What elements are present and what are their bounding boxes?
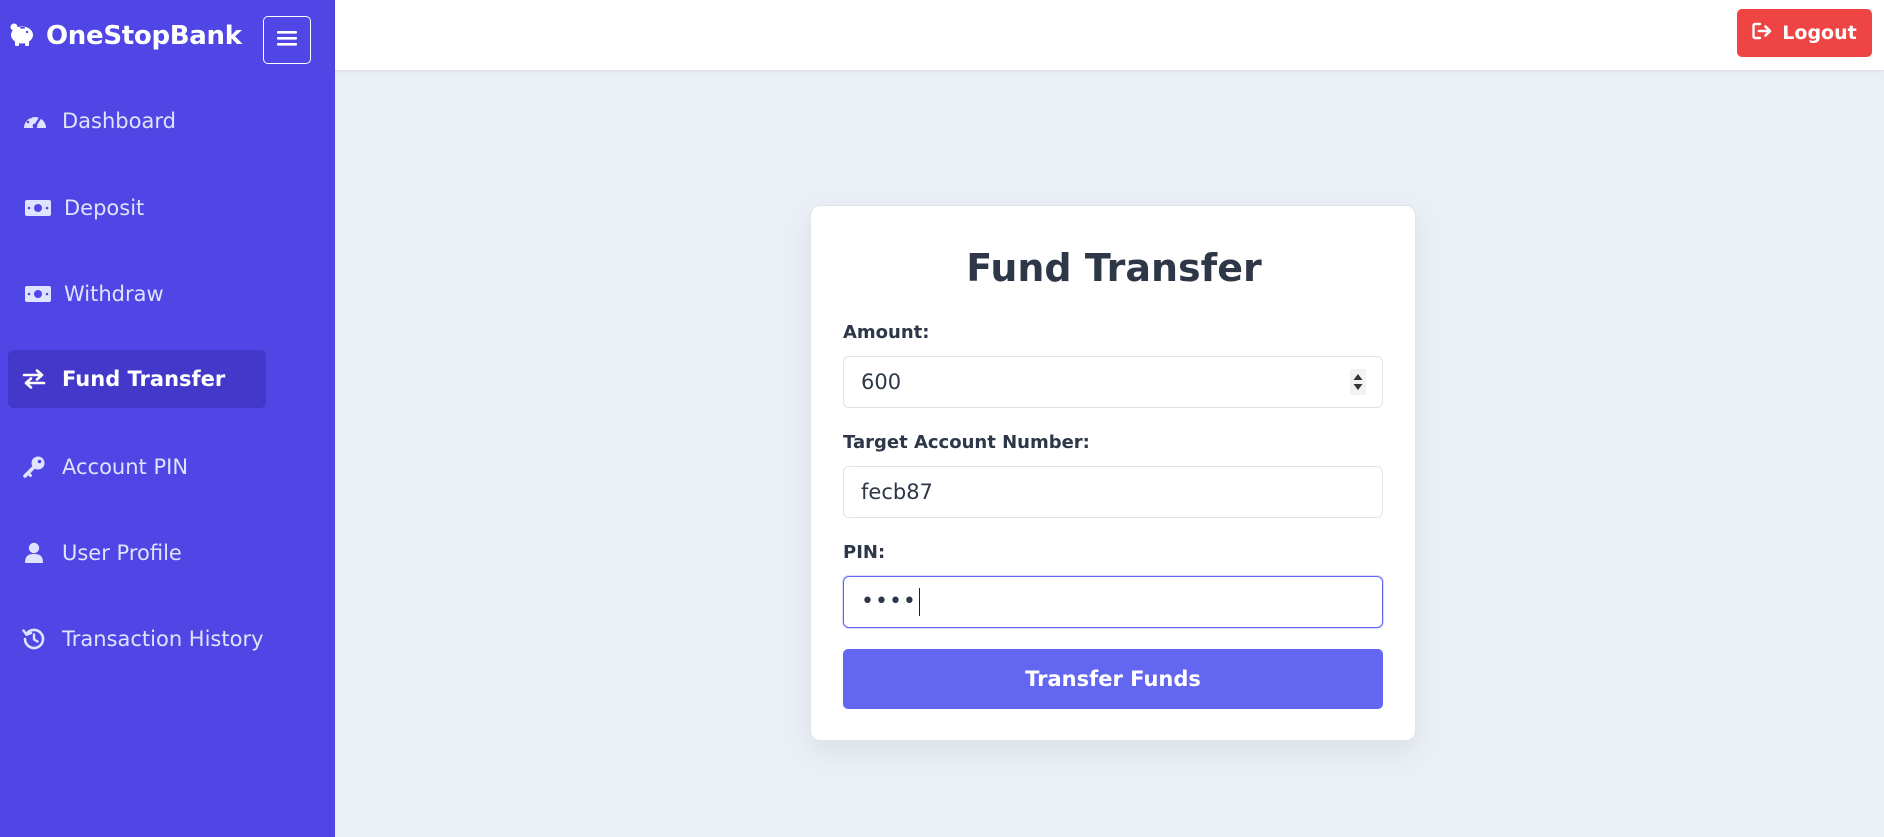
- sidebar-item-transaction-history[interactable]: Transaction History: [8, 610, 266, 668]
- key-icon: [22, 455, 62, 479]
- sidebar-item-label: Deposit: [64, 196, 145, 220]
- piggy-bank-icon: [8, 21, 36, 51]
- top-bar: [335, 0, 1884, 70]
- sidebar-item-withdraw[interactable]: Withdraw: [8, 265, 266, 323]
- transfer-funds-button[interactable]: Transfer Funds: [843, 649, 1383, 709]
- logout-label: Logout: [1782, 22, 1857, 44]
- money-bill-icon: [24, 285, 64, 303]
- sidebar-item-account-pin[interactable]: Account PIN: [8, 438, 266, 496]
- hamburger-icon: [276, 29, 298, 51]
- sidebar-item-dashboard[interactable]: Dashboard: [8, 92, 266, 150]
- brand[interactable]: OneStopBank: [8, 16, 242, 56]
- money-bill-icon: [24, 199, 64, 217]
- target-account-value: fecb87: [861, 480, 933, 504]
- sidebar-item-label: Account PIN: [62, 455, 189, 479]
- pin-masked-value: ••••: [861, 589, 917, 614]
- target-account-label: Target Account Number:: [843, 432, 1090, 453]
- sidebar-item-user-profile[interactable]: User Profile: [8, 524, 266, 582]
- history-icon: [22, 627, 62, 651]
- sidebar-item-label: Fund Transfer: [62, 367, 226, 391]
- sidebar-item-label: Transaction History: [62, 627, 264, 651]
- amount-input[interactable]: 600: [843, 356, 1383, 408]
- menu-toggle-button[interactable]: [263, 16, 311, 64]
- sidebar-item-label: Dashboard: [62, 109, 176, 133]
- user-icon: [24, 542, 62, 564]
- sidebar-item-deposit[interactable]: Deposit: [8, 179, 266, 237]
- sign-out-icon: [1752, 22, 1772, 45]
- brand-name: OneStopBank: [46, 21, 242, 51]
- sidebar-item-label: Withdraw: [64, 282, 164, 306]
- pin-label: PIN:: [843, 542, 886, 563]
- fund-transfer-card: Fund Transfer Amount: 600 Target Account…: [810, 205, 1416, 741]
- number-spinner[interactable]: [1350, 369, 1366, 395]
- target-account-input[interactable]: fecb87: [843, 466, 1383, 518]
- sidebar: OneStopBank Dashboard Deposit Withdraw F…: [0, 0, 335, 837]
- sidebar-item-fund-transfer[interactable]: Fund Transfer: [8, 350, 266, 408]
- amount-label: Amount:: [843, 322, 930, 343]
- exchange-arrows-icon: [22, 369, 62, 389]
- logout-button[interactable]: Logout: [1737, 9, 1872, 57]
- pin-input[interactable]: ••••: [843, 576, 1383, 628]
- text-caret: [918, 588, 920, 616]
- sidebar-item-label: User Profile: [62, 541, 182, 565]
- amount-value: 600: [861, 370, 902, 394]
- page-title: Fund Transfer: [966, 246, 1262, 290]
- gauge-icon: [22, 110, 62, 132]
